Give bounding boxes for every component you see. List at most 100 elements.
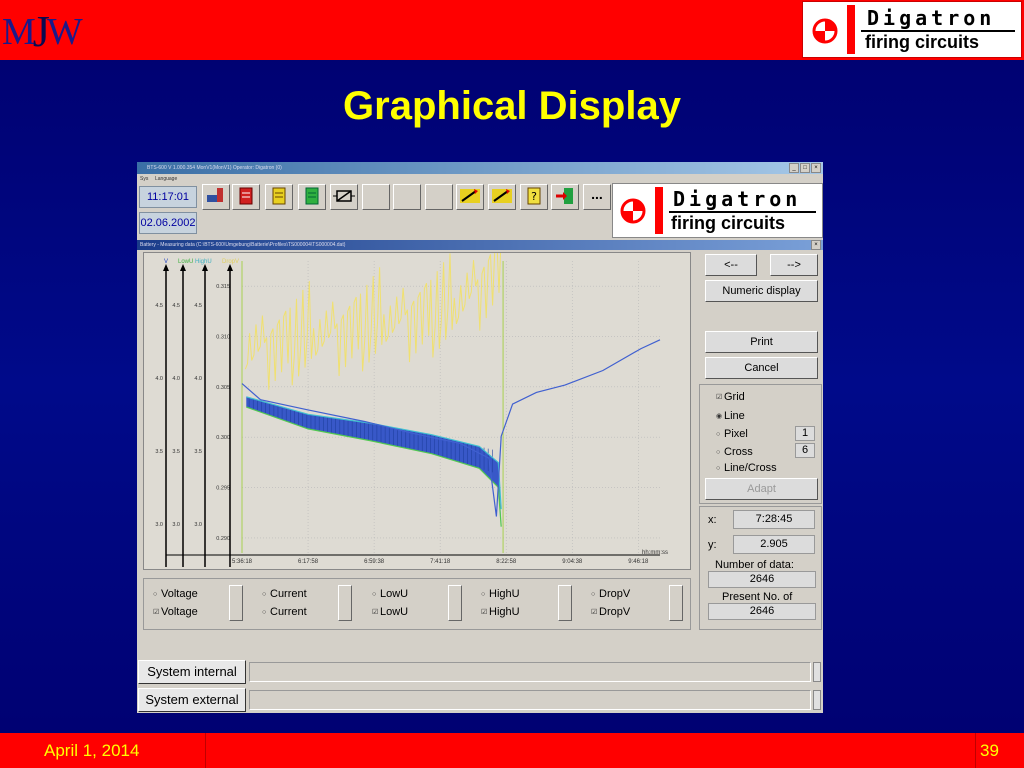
footer-date: April 1, 2014	[44, 741, 140, 760]
more-button[interactable]: ...	[583, 184, 611, 210]
system-external-bar: System external	[137, 687, 823, 713]
mjw-logo-j: J	[32, 7, 50, 56]
x-tick-label: 7:41:18	[430, 559, 451, 565]
transfer-icon	[460, 189, 480, 203]
cross-radio[interactable]: ○ Cross	[716, 446, 753, 458]
print-button[interactable]: Print	[705, 331, 818, 353]
series-option-label: HighU	[489, 606, 520, 618]
series-option-highu-row1[interactable]: ○ HighU	[481, 588, 520, 600]
pixel-radio-mark: ○	[716, 431, 721, 438]
numeric-display-button[interactable]: Numeric display	[705, 280, 818, 302]
series-option-mark: ○	[153, 591, 158, 598]
axis-label-highu: HighU	[195, 259, 212, 265]
series-option-dropv-row1[interactable]: ○ DropV	[591, 588, 630, 600]
help-button[interactable]: ?	[520, 184, 548, 210]
series-option-current-row2[interactable]: ○ Current	[262, 606, 307, 618]
axis-label-v: V	[164, 259, 168, 265]
x-label: x:	[708, 514, 717, 526]
blank-button-2[interactable]	[393, 184, 421, 210]
menu-sys[interactable]: Sys	[140, 176, 148, 182]
network-button[interactable]	[202, 184, 230, 210]
series-option-mark: ☑	[372, 609, 379, 616]
system-internal-button[interactable]: System internal	[138, 660, 246, 684]
slide-title: Graphical Display	[343, 84, 681, 128]
voltage-tick-label: 4.0	[194, 376, 202, 382]
series-color-swatch-5[interactable]	[669, 585, 683, 621]
series-option-label: Voltage	[161, 588, 198, 600]
series-color-swatch-3[interactable]	[448, 585, 462, 621]
number-of-data-label: Number of data:	[715, 559, 794, 571]
adapt-button[interactable]: Adapt	[705, 478, 818, 500]
close-icon[interactable]: ×	[811, 163, 821, 173]
series-color-swatch-1[interactable]	[229, 585, 243, 621]
series-option-mark: ☑	[153, 609, 160, 616]
series-option-label: Current	[270, 588, 307, 600]
exit-button[interactable]	[551, 184, 579, 210]
dropv-tick-label: 0.310	[216, 335, 230, 341]
axis-label-dropv: DropV	[222, 259, 239, 265]
y-axis-arrow-icon	[202, 264, 208, 271]
series-option-current-row1[interactable]: ○ Current	[262, 588, 307, 600]
system-external-handle[interactable]	[813, 690, 821, 710]
transfer-button-2[interactable]	[488, 184, 516, 210]
next-button[interactable]: -->	[770, 254, 818, 276]
transfer-button-1[interactable]	[456, 184, 484, 210]
series-option-lowu-row1[interactable]: ○ LowU	[372, 588, 408, 600]
pixel-radio[interactable]: ○ Pixel	[716, 428, 748, 440]
pixel-size-field[interactable]: 1	[795, 426, 815, 441]
red-device-button[interactable]	[232, 184, 260, 210]
x-tick-label: 8:22:58	[496, 559, 517, 565]
blank-button-1[interactable]	[362, 184, 390, 210]
voltage-tick-label: 4.5	[155, 303, 163, 309]
inner-logo-line1: Digatron	[673, 187, 802, 211]
subwindow-close-icon[interactable]: ×	[811, 240, 821, 250]
subwindow-title-bar[interactable]: Battery - Measuring data (C:\BTS-600\Umg…	[137, 240, 823, 250]
maximize-icon[interactable]: □	[800, 163, 810, 173]
series-option-mark: ☑	[481, 609, 488, 616]
blank-button-3[interactable]	[425, 184, 453, 210]
green-device-icon	[305, 187, 319, 205]
grid-checkbox[interactable]: ☑ Grid	[716, 391, 745, 403]
mjw-logo: MJW	[2, 6, 92, 56]
x-tick-label: 5:36:18	[232, 559, 253, 565]
series-option-voltage-row1[interactable]: ○ Voltage	[153, 588, 198, 600]
series-option-lowu-row2[interactable]: ☑ LowU	[372, 606, 408, 618]
series-option-voltage-row2[interactable]: ☑ Voltage	[153, 606, 198, 618]
cancel-button[interactable]: Cancel	[705, 357, 818, 379]
subwindow-title: Battery - Measuring data (C:\BTS-600\Umg…	[140, 242, 346, 248]
x-tick-label: 9:04:38	[562, 559, 583, 565]
digatron-logo: Digatron firing circuits	[802, 1, 1022, 58]
number-of-data-field: 2646	[708, 571, 816, 588]
exit-icon	[556, 188, 573, 204]
window-title-bar[interactable]: BTS-600 V 1.000.354 MonV1(MonV1) Operato…	[137, 162, 823, 174]
series-option-dropv-row2[interactable]: ☑ DropV	[591, 606, 630, 618]
green-device-button[interactable]	[298, 184, 326, 210]
line-cross-radio[interactable]: ○ Line/Cross	[716, 462, 777, 474]
voltage-tick-label: 4.0	[172, 376, 180, 382]
yellow-device-icon	[272, 187, 286, 205]
voltage-tick-label: 4.5	[172, 303, 180, 309]
voltage-tick-label: 3.0	[172, 522, 180, 528]
red-device-icon	[239, 187, 253, 205]
yellow-device-button[interactable]	[265, 184, 293, 210]
axis-label-lowu: LowU	[178, 259, 193, 265]
menu-language[interactable]: Language	[155, 176, 177, 182]
series-option-label: LowU	[380, 606, 409, 618]
series-color-swatch-2[interactable]	[338, 585, 352, 621]
voltage-tick-label: 3.0	[194, 522, 202, 528]
previous-button[interactable]: <--	[705, 254, 757, 276]
line-radio[interactable]: ◉ Line	[716, 410, 745, 422]
series-option-highu-row2[interactable]: ☑ HighU	[481, 606, 520, 618]
series-selector	[143, 578, 691, 630]
transfer-icon	[492, 189, 512, 203]
relay-button[interactable]	[330, 184, 358, 210]
cross-size-field[interactable]: 6	[795, 443, 815, 458]
cross-radio-mark: ○	[716, 449, 721, 456]
voltage-tick-label: 3.5	[155, 449, 163, 455]
dropv-tick-label: 0.290	[216, 536, 230, 542]
system-internal-handle[interactable]	[813, 662, 821, 682]
x-tick-label: 6:59:38	[364, 559, 385, 565]
series-color-swatch-4[interactable]	[558, 585, 572, 621]
system-external-button[interactable]: System external	[138, 688, 246, 712]
minimize-icon[interactable]: _	[789, 163, 799, 173]
